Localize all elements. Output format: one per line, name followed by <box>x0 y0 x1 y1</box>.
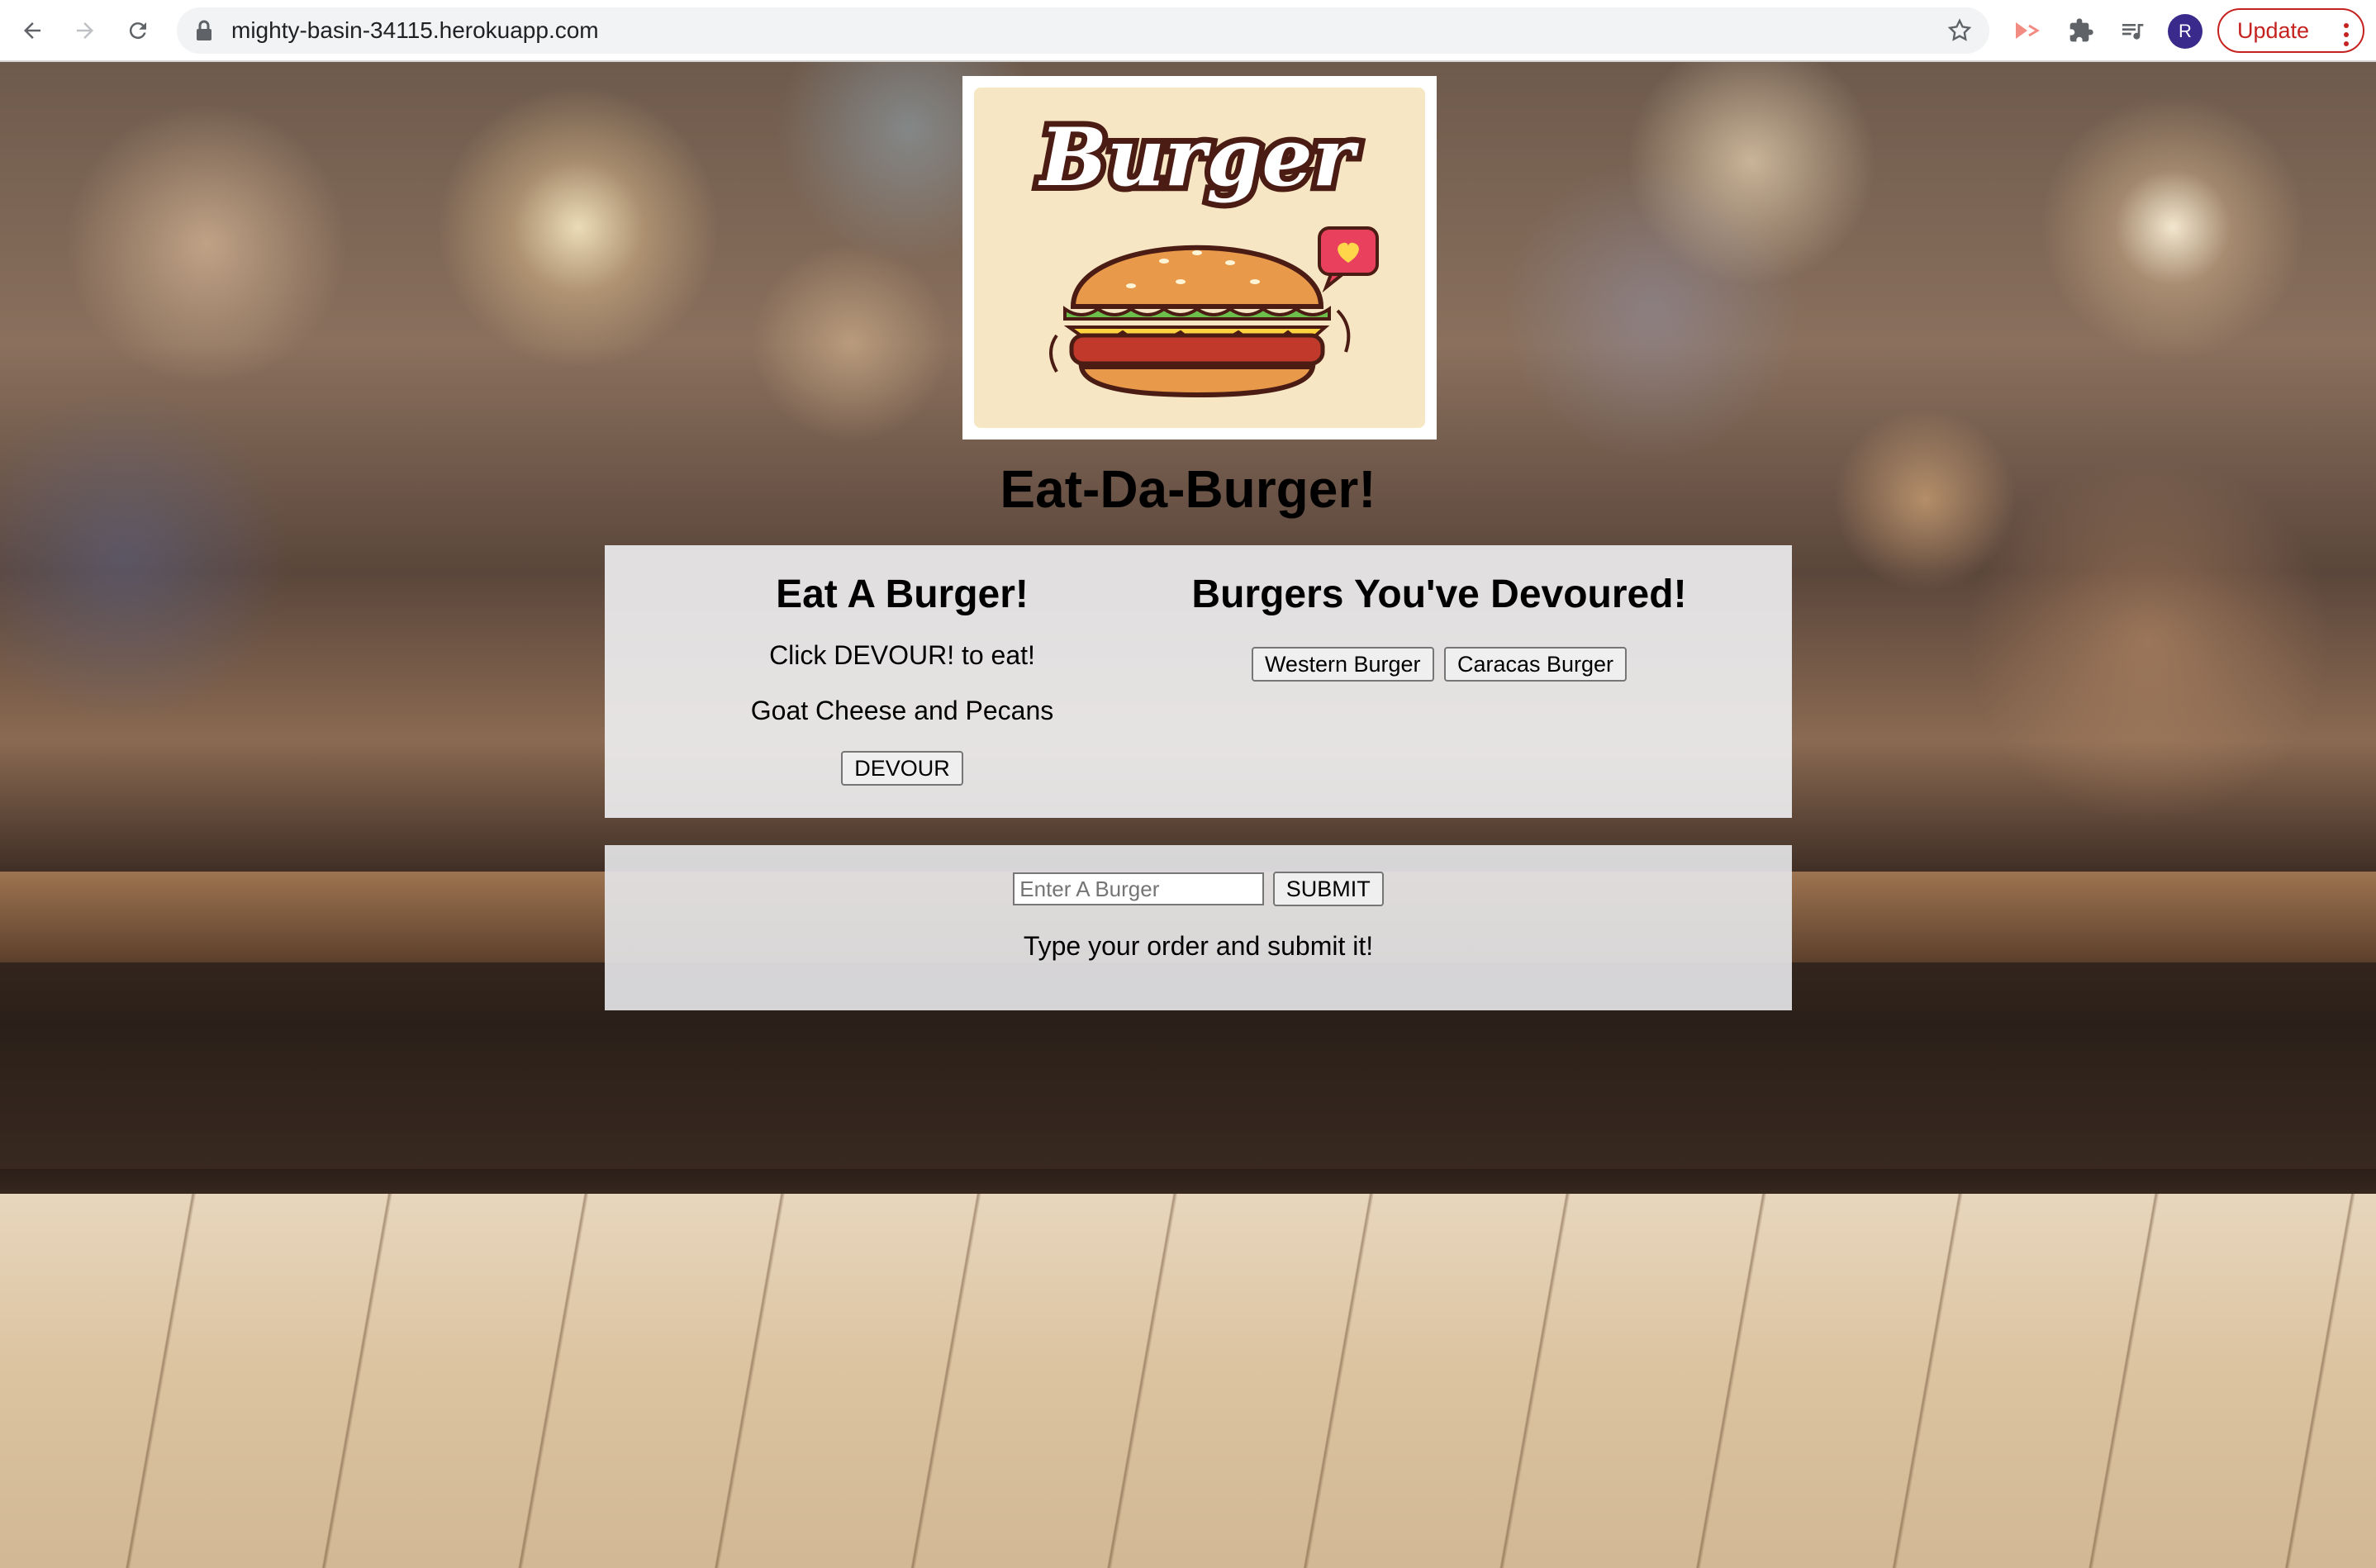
devour-instruction: Click DEVOUR! to eat! <box>769 640 1035 670</box>
extensions-puzzle-icon[interactable] <box>2065 15 2097 46</box>
bookmark-star-icon[interactable] <box>1946 17 1973 48</box>
more-menu-icon <box>2343 19 2350 60</box>
devoured-burger-button[interactable]: Caracas Burger <box>1443 647 1628 682</box>
burger-logo: Burger <box>962 76 1437 440</box>
browser-toolbar: mighty-basin-34115.herokuapp.com R Updat… <box>0 0 2376 62</box>
devoured-heading: Burgers You've Devoured! <box>1191 573 1687 616</box>
update-button[interactable]: Update <box>2217 8 2364 53</box>
burger-name-input[interactable]: Enter A Burger <box>1013 872 1265 905</box>
heart-bubble-icon <box>1318 226 1379 293</box>
extension-cast-icon[interactable] <box>2011 15 2042 46</box>
eat-burger-heading: Eat A Burger! <box>776 573 1029 616</box>
url-text: mighty-basin-34115.herokuapp.com <box>231 17 599 43</box>
submit-button[interactable]: SUBMIT <box>1272 872 1384 906</box>
wooden-table <box>0 1194 2376 1568</box>
order-hint: Type your order and submit it! <box>1023 931 1374 961</box>
devoured-column: Burgers You've Devoured! Western Burger … <box>1142 545 1737 682</box>
update-label: Update <box>2237 18 2310 43</box>
page-title: Eat-Da-Burger! <box>1000 459 1376 519</box>
order-form-panel: Enter A Burger SUBMIT Type your order an… <box>605 845 1792 1010</box>
devour-button[interactable]: DEVOUR <box>841 751 963 786</box>
forward-icon[interactable] <box>68 13 102 48</box>
burgers-panel: Eat A Burger! Click DEVOUR! to eat! Goat… <box>605 545 1792 818</box>
reload-icon[interactable] <box>121 13 155 48</box>
address-bar[interactable]: mighty-basin-34115.herokuapp.com <box>177 7 1989 54</box>
back-icon[interactable] <box>15 13 50 48</box>
order-form: Enter A Burger SUBMIT <box>605 872 1792 906</box>
lock-icon <box>195 19 213 46</box>
eat-burger-column: Eat A Burger! Click DEVOUR! to eat! Goat… <box>720 545 1084 786</box>
logo-wordmark: Burger <box>1038 111 1360 204</box>
media-queue-icon[interactable] <box>2117 15 2148 46</box>
burger-logo-illustration: Burger <box>1032 105 1379 398</box>
devoured-burger-button[interactable]: Western Burger <box>1251 647 1434 682</box>
profile-avatar[interactable]: R <box>2168 14 2203 49</box>
burger-item-name: Goat Cheese and Pecans <box>750 696 1054 725</box>
